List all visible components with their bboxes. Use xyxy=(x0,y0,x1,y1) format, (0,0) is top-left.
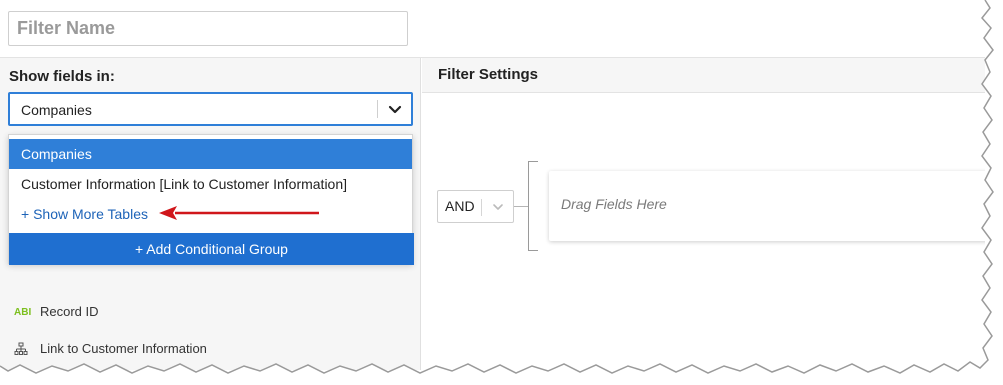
select-divider xyxy=(377,100,378,118)
text-field-icon: ABI xyxy=(14,306,32,318)
filter-name-input[interactable]: Filter Name xyxy=(8,11,408,46)
filter-settings-header: Filter Settings xyxy=(422,58,985,93)
field-label: Link to Customer Information xyxy=(40,341,207,356)
group-bracket xyxy=(528,161,538,251)
chevron-down-icon[interactable] xyxy=(491,200,505,214)
table-select[interactable]: Companies xyxy=(8,92,413,126)
field-label: Record ID xyxy=(40,304,99,319)
dropdown-option-customer-information[interactable]: Customer Information [Link to Customer I… xyxy=(9,169,412,199)
filter-settings-title: Filter Settings xyxy=(438,66,539,83)
table-dropdown-menu: Companies Customer Information [Link to … xyxy=(8,134,414,265)
show-fields-label: Show fields in: xyxy=(9,68,115,85)
filter-editor: Filter Name Show fields in: Companies Co… xyxy=(0,0,985,370)
field-item-link-to-customer-information[interactable]: Link to Customer Information xyxy=(14,339,207,359)
drag-fields-drop-zone[interactable]: Drag Fields Here xyxy=(549,171,985,241)
logic-operator-value: AND xyxy=(445,198,475,214)
dropdown-option-companies[interactable]: Companies xyxy=(9,139,412,169)
filter-settings-panel: Filter Settings AND Drag Fields Here xyxy=(422,58,985,370)
add-conditional-group-button[interactable]: + Add Conditional Group xyxy=(9,233,414,265)
field-item-record-id[interactable]: ABI Record ID xyxy=(14,302,99,322)
hierarchy-icon xyxy=(14,340,34,360)
select-divider xyxy=(481,199,482,216)
filter-name-bar: Filter Name xyxy=(0,0,985,58)
drop-zone-hint: Drag Fields Here xyxy=(561,196,667,212)
table-select-value: Companies xyxy=(21,102,92,118)
group-connector-line xyxy=(514,206,528,207)
logic-operator-select[interactable]: AND xyxy=(437,190,514,223)
annotation-arrow-icon xyxy=(159,206,319,220)
chevron-down-icon[interactable] xyxy=(387,101,403,117)
